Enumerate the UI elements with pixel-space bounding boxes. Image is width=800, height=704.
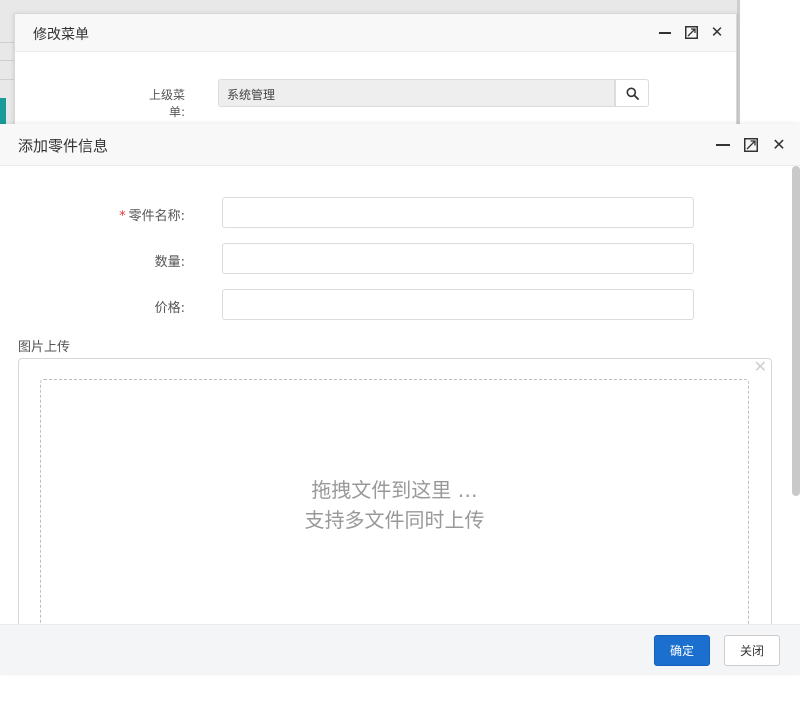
- close-icon[interactable]: ✕: [772, 136, 786, 152]
- background-divider: [0, 42, 14, 43]
- part-name-input[interactable]: [222, 197, 694, 228]
- background-divider: [0, 60, 14, 61]
- maximize-icon[interactable]: [744, 137, 758, 152]
- add-part-dialog-body: * 零件名称: 数量: 价格: 图片上传 ✕ 拖拽文件到这里 … 支持多文件同时上…: [0, 166, 800, 624]
- image-upload-label: 图片上传: [18, 340, 71, 355]
- close-icon[interactable]: ✕: [710, 25, 724, 40]
- background-right-area: [740, 0, 800, 130]
- form-row-quantity: 数量:: [0, 243, 700, 275]
- drop-hint-primary: 拖拽文件到这里 …: [311, 478, 478, 502]
- form-row-part-name: * 零件名称:: [0, 197, 700, 229]
- part-name-label: * 零件名称:: [119, 209, 185, 224]
- required-mark: *: [119, 209, 126, 224]
- background-divider: [0, 79, 14, 80]
- price-input[interactable]: [222, 289, 694, 320]
- form-row-price: 价格:: [0, 289, 700, 321]
- edit-menu-dialog-header: 修改菜单 ✕: [15, 14, 736, 52]
- add-part-window-controls: ✕: [716, 124, 786, 165]
- maximize-icon[interactable]: [684, 26, 698, 40]
- edit-menu-dialog: 修改菜单 ✕ 上级菜单: 系统管理: [14, 13, 737, 130]
- minimize-icon[interactable]: [716, 138, 730, 152]
- minimize-icon[interactable]: [658, 26, 672, 40]
- edit-menu-window-controls: ✕: [658, 14, 724, 51]
- file-drop-zone[interactable]: 拖拽文件到这里 … 支持多文件同时上传: [40, 379, 749, 624]
- close-button[interactable]: 关闭: [724, 635, 780, 666]
- screen: 修改菜单 ✕ 上级菜单: 系统管理 添加零件信息 ✕ * 零件名称: 数量: 价…: [0, 0, 800, 704]
- add-part-dialog: 添加零件信息 ✕ * 零件名称: 数量: 价格: 图片上传 ✕ 拖拽文件到这里 …: [0, 124, 800, 675]
- drop-hint-secondary: 支持多文件同时上传: [304, 508, 485, 532]
- search-icon: [626, 87, 639, 100]
- add-part-dialog-header: 添加零件信息 ✕: [0, 124, 800, 166]
- add-part-dialog-title: 添加零件信息: [18, 137, 109, 155]
- background-active-tab: [0, 98, 6, 124]
- parent-menu-label: 上级菜单:: [148, 88, 185, 119]
- add-part-dialog-footer: 确定 关闭: [0, 624, 800, 675]
- confirm-button[interactable]: 确定: [654, 635, 710, 666]
- clear-upload-icon[interactable]: ✕: [754, 359, 767, 375]
- vertical-scrollbar[interactable]: [792, 166, 800, 496]
- edit-menu-dialog-body: 上级菜单: 系统管理: [15, 52, 736, 130]
- price-label: 价格:: [154, 301, 185, 316]
- edit-menu-dialog-title: 修改菜单: [33, 27, 89, 43]
- quantity-input[interactable]: [222, 243, 694, 274]
- parent-menu-input[interactable]: 系统管理: [218, 79, 615, 107]
- quantity-label: 数量:: [154, 255, 185, 270]
- parent-menu-search-button[interactable]: [615, 79, 649, 107]
- image-upload-panel: ✕ 拖拽文件到这里 … 支持多文件同时上传: [18, 358, 772, 624]
